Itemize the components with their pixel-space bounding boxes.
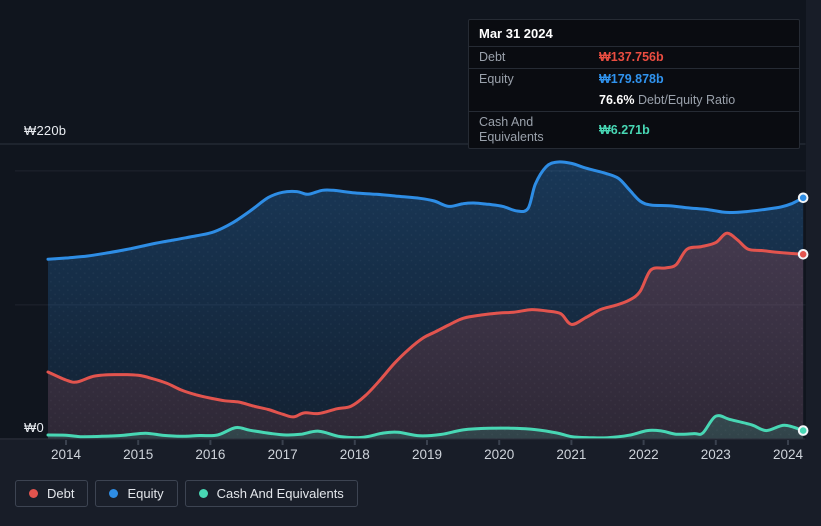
legend-item-cash[interactable]: Cash And Equivalents xyxy=(184,480,358,507)
legend: Debt Equity Cash And Equivalents xyxy=(15,480,358,507)
tooltip-date: Mar 31 2024 xyxy=(479,26,553,41)
tooltip-ratio-percent: 76.6% xyxy=(599,93,635,107)
legend-item-debt[interactable]: Debt xyxy=(15,480,89,507)
equity-legend-dot xyxy=(109,489,119,498)
x-tick-label-2021: 2021 xyxy=(556,447,586,462)
legend-debt-label: Debt xyxy=(47,486,75,501)
cash-and-equivalents-endpoint-dot[interactable] xyxy=(797,425,809,436)
tooltip-equity-label: Equity xyxy=(479,72,514,86)
legend-equity-label: Equity xyxy=(127,486,164,501)
x-tick-label-2018: 2018 xyxy=(340,447,370,462)
x-tick-label-2014: 2014 xyxy=(51,447,82,462)
equity-endpoint-dot[interactable] xyxy=(797,192,809,204)
x-tick-label-2016: 2016 xyxy=(195,447,225,462)
tooltip-ratio-row: 76.6% Debt/Equity Ratio xyxy=(469,90,799,111)
x-tick-label-2019: 2019 xyxy=(412,447,442,462)
tooltip-equity-value: ₩179.878b xyxy=(599,72,664,86)
debt-endpoint-dot[interactable] xyxy=(797,248,809,260)
x-tick-label-2024: 2024 xyxy=(773,447,804,462)
debt-equity-history-chart: 2014 2015 2016 2017 2018 2019 2020 2021 2022 2023… xyxy=(0,0,821,526)
x-tick-label-2022: 2022 xyxy=(629,447,659,462)
tooltip-equity-row: Equity ₩179.878b xyxy=(469,68,799,90)
tooltip-debt-label: Debt xyxy=(479,50,506,64)
tooltip-cash-label: Cash And Equivalents xyxy=(479,115,544,144)
x-tick-label-2020: 2020 xyxy=(484,447,514,462)
cash-legend-dot xyxy=(198,489,208,498)
debt-legend-dot xyxy=(29,489,38,498)
y-axis-zero-label: ₩0 xyxy=(24,420,44,435)
date-tooltip: Mar 31 2024 Debt ₩137.756b Equity ₩179.8… xyxy=(468,19,800,149)
tooltip-debt-value: ₩137.756b xyxy=(599,50,664,64)
legend-cash-label: Cash And Equivalents xyxy=(216,486,344,501)
tooltip-cash-value: ₩6.271b xyxy=(599,122,650,137)
tooltip-cash-row: Cash And Equivalents ₩6.271b xyxy=(469,111,799,148)
x-tick-label-2023: 2023 xyxy=(701,447,731,462)
x-tick-label-2017: 2017 xyxy=(268,447,298,462)
legend-item-equity[interactable]: Equity xyxy=(95,480,178,507)
tooltip-debt-row: Debt ₩137.756b xyxy=(469,46,799,68)
y-axis-max-label: ₩220b xyxy=(24,123,67,138)
x-tick-label-2015: 2015 xyxy=(123,447,153,462)
tooltip-ratio-value: 76.6% Debt/Equity Ratio xyxy=(599,93,735,108)
tooltip-ratio-label: Debt/Equity Ratio xyxy=(637,93,736,107)
